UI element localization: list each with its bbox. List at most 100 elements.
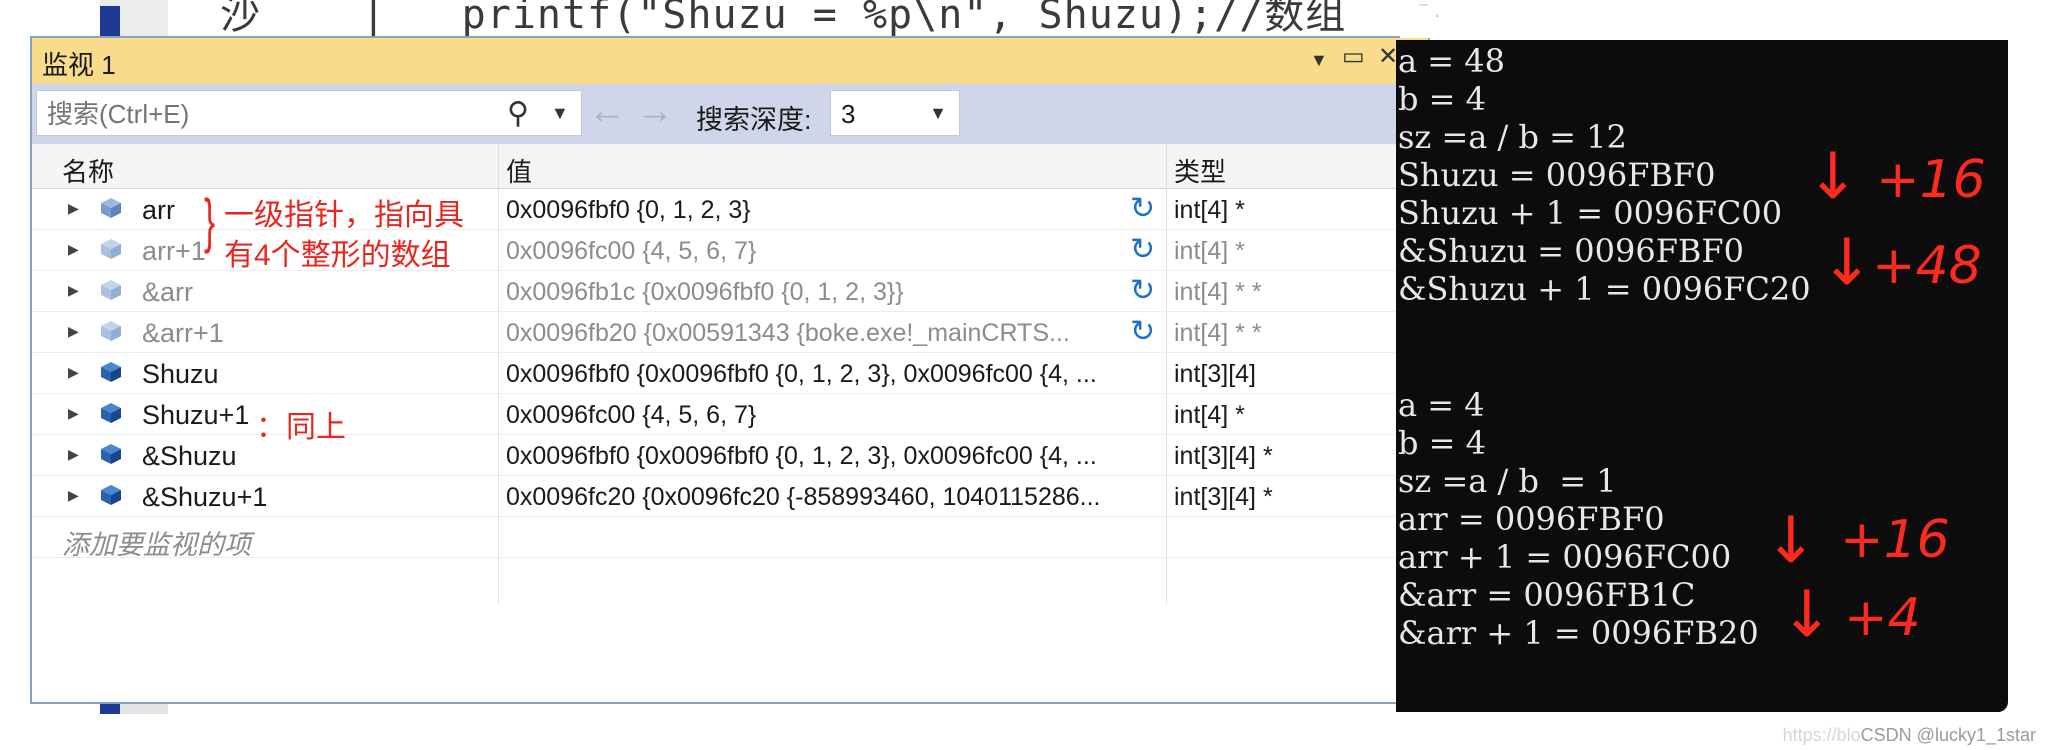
console-line: b = 4 (1398, 80, 1486, 118)
watermark: https://bloCSDN @lucky1_1star (1783, 725, 2036, 746)
expand-triangle-icon[interactable]: ▶ (68, 282, 79, 299)
row-name: &Shuzu (142, 441, 237, 471)
row-name: Shuzu+1 (142, 400, 250, 430)
row-type: int[4] * (1174, 196, 1245, 224)
handwritten-note: +48 (1872, 236, 1982, 296)
search-input[interactable] (45, 97, 489, 131)
editor-gutter-marker (100, 6, 120, 38)
expand-triangle-icon[interactable]: ▶ (68, 200, 79, 217)
row-type: int[4] * (1174, 401, 1245, 429)
console-line: sz =a / b = 1 (1398, 462, 1617, 500)
console-line: &arr + 1 = 0096FB20 (1398, 614, 1759, 652)
expand-triangle-icon[interactable]: ▶ (68, 405, 79, 422)
annotation-shuzu1-note: ：同上 (256, 411, 346, 444)
variable-cube-icon (101, 280, 121, 300)
row-value: 0x0096fc00 {4, 5, 6, 7} (506, 401, 757, 429)
watch-window: 监视 1 ▼ ▭ ✕ ⚲ ▼ ← → 搜索深度: 3 ▼ 名称 值 类型 ▶ a… (30, 36, 1430, 704)
watermark-text: CSDN @lucky1_1star (1860, 725, 2036, 745)
search-box[interactable]: ⚲ ▼ (36, 90, 582, 136)
table-row[interactable]: ▶ Shuzu 0x0096fbf0 {0x0096fbf0 {0, 1, 2,… (32, 353, 1428, 394)
column-header-value[interactable]: 值 (506, 152, 532, 189)
row-type: int[4] * (1174, 237, 1245, 265)
console-line: a = 4 (1398, 386, 1485, 424)
watch-title-bar[interactable]: 监视 1 ▼ ▭ ✕ (32, 38, 1428, 85)
expand-triangle-icon[interactable]: ▶ (68, 446, 79, 463)
editor-background-right: ‾ · (1400, 0, 2010, 38)
expand-triangle-icon[interactable]: ▶ (68, 323, 79, 340)
search-icon[interactable]: ⚲ (507, 96, 529, 131)
row-name: &arr (142, 277, 194, 307)
row-name: arr (142, 195, 175, 225)
table-row[interactable]: ▶ &arr 0x0096fb1c {0x0096fbf0 {0, 1, 2, … (32, 271, 1428, 312)
handwritten-note: +16 (1876, 150, 1986, 210)
add-watch-placeholder[interactable]: 添加要监视的项 (62, 523, 251, 562)
handwritten-note: +4 (1844, 588, 1921, 648)
row-value: 0x0096fb20 {0x00591343 {boke.exe!_mainCR… (506, 319, 1070, 347)
console-line: Shuzu + 1 = 0096FC00 (1398, 194, 1783, 232)
row-value: 0x0096fbf0 {0x0096fbf0 {0, 1, 2, 3}, 0x0… (506, 442, 1097, 470)
console-line: sz =a / b = 12 (1398, 118, 1627, 156)
variable-cube-icon (101, 485, 121, 505)
code-editor-background: 沙 | printf("Shuzu = %p\n", Shuzu);//数组 (0, 0, 1420, 38)
grid-header: 名称 值 类型 (32, 144, 1428, 189)
down-arrow-annotation: ↓ (1820, 226, 1874, 300)
row-type: int[4] * * (1174, 319, 1262, 347)
row-value: 0x0096fbf0 {0x0096fbf0 {0, 1, 2, 3}, 0x0… (506, 360, 1097, 388)
annotation-arr-note-line1: 一级指针，指向具 (224, 199, 464, 232)
search-previous-arrow-icon[interactable]: ← (588, 90, 626, 133)
down-arrow-annotation: ↓ (1806, 140, 1860, 214)
refresh-icon[interactable]: ↻ (1130, 273, 1155, 308)
row-type: int[3][4] * (1174, 483, 1273, 511)
row-type: int[3][4] * (1174, 442, 1273, 470)
search-depth-label: 搜索深度: (696, 105, 812, 135)
row-value: 0x0096fc00 {4, 5, 6, 7} (506, 237, 757, 265)
search-depth-select[interactable]: 3 ▼ (830, 90, 960, 136)
console-line: arr + 1 = 0096FC00 (1398, 538, 1732, 576)
handwritten-note: +16 (1840, 510, 1950, 570)
add-watch-row[interactable]: 添加要监视的项 (32, 517, 1428, 560)
variable-cube-icon (101, 444, 121, 464)
table-row[interactable]: ▶ &Shuzu+1 0x0096fc20 {0x0096fc20 {-8589… (32, 476, 1428, 517)
search-next-arrow-icon[interactable]: → (636, 90, 674, 133)
row-name: &Shuzu+1 (142, 482, 268, 512)
annotation-brace: } (204, 187, 216, 254)
table-row[interactable]: ▶ Shuzu+1 0x0096fc00 {4, 5, 6, 7} int[4]… (32, 394, 1428, 435)
column-header-type[interactable]: 类型 (1174, 152, 1226, 189)
down-arrow-annotation: ↓ (1780, 578, 1834, 652)
expand-triangle-icon[interactable]: ▶ (68, 241, 79, 258)
row-value: 0x0096fbf0 {0, 1, 2, 3} (506, 196, 751, 224)
maximize-icon[interactable]: ▭ (1342, 42, 1365, 71)
variable-cube-icon (101, 362, 121, 382)
watch-title: 监视 1 (42, 50, 116, 80)
search-options-dropdown-icon[interactable]: ▼ (551, 103, 569, 124)
table-row[interactable]: ▶ &arr+1 0x0096fb20 {0x00591343 {boke.ex… (32, 312, 1428, 353)
console-line: &Shuzu = 0096FBF0 (1398, 232, 1744, 270)
blurred-text: ‾ · (1420, 2, 1441, 27)
refresh-icon[interactable]: ↻ (1130, 314, 1155, 349)
code-line: 沙 | printf("Shuzu = %p\n", Shuzu);//数组 (220, 0, 1347, 38)
refresh-icon[interactable]: ↻ (1130, 191, 1155, 226)
row-value: 0x0096fc20 {0x0096fc20 {-858993460, 1040… (506, 483, 1101, 511)
console-line: b = 4 (1398, 424, 1486, 462)
watermark-url: https://blo (1782, 725, 1861, 745)
annotation-arr-note-line2: 有4个整形的数组 (224, 239, 451, 272)
console-line: &Shuzu + 1 = 0096FC20 (1398, 270, 1811, 308)
search-depth-value: 3 (841, 99, 856, 129)
expand-triangle-icon[interactable]: ▶ (68, 364, 79, 381)
table-row[interactable]: ▶ &Shuzu 0x0096fbf0 {0x0096fbf0 {0, 1, 2… (32, 435, 1428, 476)
console-line: Shuzu = 0096FBF0 (1398, 156, 1716, 194)
variable-cube-icon (101, 321, 121, 341)
expand-triangle-icon[interactable]: ▶ (68, 487, 79, 504)
console-line: a = 48 (1398, 42, 1505, 80)
row-type: int[3][4] (1174, 360, 1256, 388)
row-type: int[4] * * (1174, 278, 1262, 306)
column-header-name[interactable]: 名称 (62, 152, 114, 189)
refresh-icon[interactable]: ↻ (1130, 232, 1155, 267)
variable-cube-icon (101, 198, 121, 218)
variable-cube-icon (101, 239, 121, 259)
console-line: &arr = 0096FB1C (1398, 576, 1696, 614)
variable-cube-icon (101, 403, 121, 423)
row-name: Shuzu (142, 359, 219, 389)
window-menu-dropdown-icon[interactable]: ▼ (1310, 50, 1328, 71)
chevron-down-icon[interactable]: ▼ (929, 103, 947, 124)
